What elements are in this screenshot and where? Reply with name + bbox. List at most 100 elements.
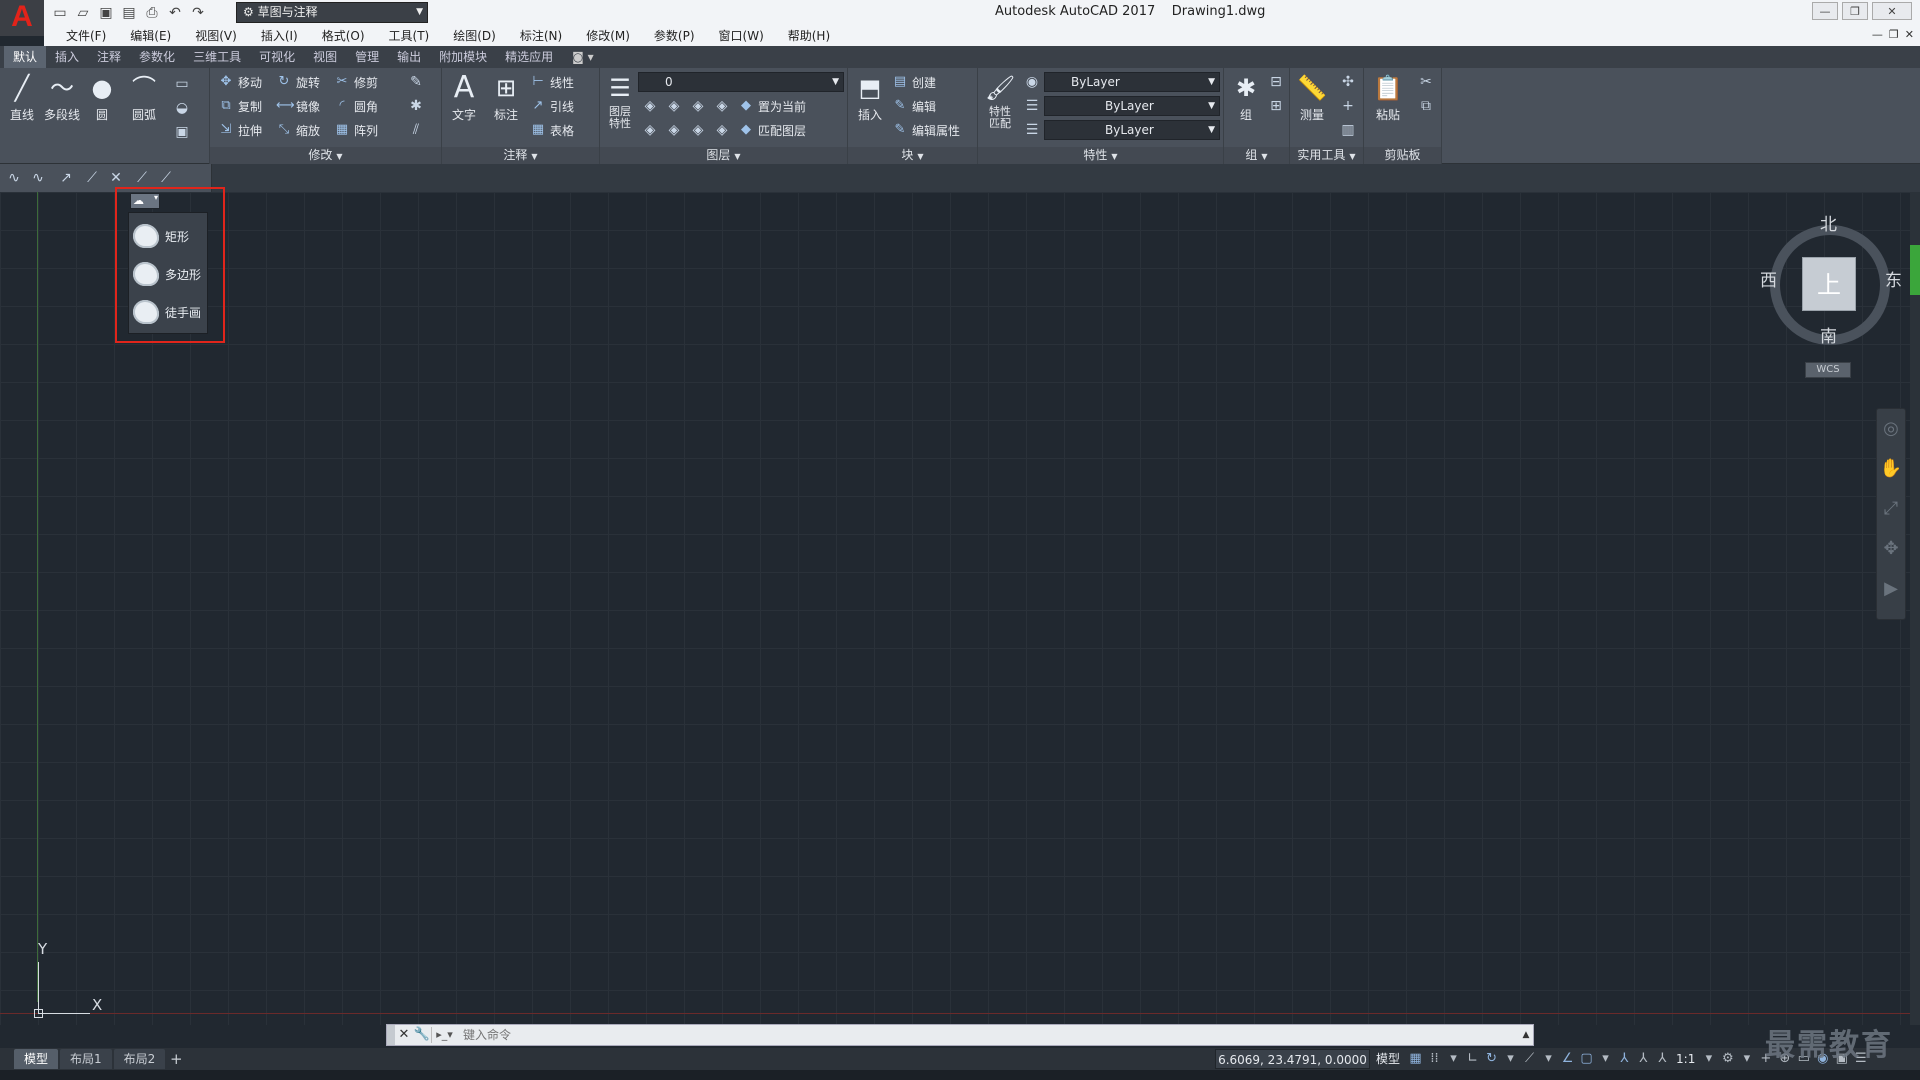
tab-3d-tools[interactable]: 三维工具 (184, 46, 250, 68)
rectangle-icon[interactable]: ▭ (172, 74, 192, 94)
paste-button[interactable]: 📋 粘贴 (1368, 72, 1408, 123)
pan-icon[interactable]: ✋ (1877, 449, 1905, 489)
tab-annotate[interactable]: 注释 (88, 46, 130, 68)
scale-dropdown-icon[interactable]: ▾ (1699, 1049, 1718, 1069)
menu-view[interactable]: 视图(V) (183, 26, 249, 46)
linetype-dropdown[interactable]: ByLayer ▼ (1044, 96, 1220, 116)
table-button[interactable]: ▦ 表格 (530, 120, 574, 140)
group-button[interactable]: ✱ 组 (1226, 72, 1266, 123)
osnap-dropdown-icon[interactable]: ▾ (1596, 1049, 1615, 1069)
isodraft-dropdown-icon[interactable]: ▾ (1539, 1049, 1558, 1069)
lineweight-dropdown[interactable]: ByLayer ▼ (1044, 120, 1220, 140)
multiline-icon[interactable]: ✕ (106, 168, 126, 188)
menu-tools[interactable]: 工具(T) (377, 26, 442, 46)
layer-unisolate-icon[interactable]: ◈ (664, 120, 684, 140)
menu-format[interactable]: 格式(O) (310, 26, 377, 46)
circle-button[interactable]: ● 圆 (82, 72, 122, 123)
orbit-icon[interactable]: ✥ (1877, 529, 1905, 569)
calculator-icon[interactable]: ▥ (1338, 120, 1358, 140)
coordinates-readout[interactable]: 6.6069, 23.4791, 0.0000 (1215, 1049, 1370, 1069)
menu-insert[interactable]: 插入(I) (249, 26, 310, 46)
doc-minimize-icon[interactable]: — (1872, 28, 1883, 41)
layer-lock-icon[interactable]: ◈ (712, 96, 732, 116)
edit-attributes-button[interactable]: ✎ 编辑属性 (892, 120, 960, 140)
command-history-icon[interactable]: ▲ (1519, 1030, 1533, 1040)
new-file-icon[interactable]: ▭ (50, 3, 70, 23)
workspace-gear-icon[interactable]: ⚙ (1718, 1049, 1737, 1069)
ray-icon[interactable]: ↗ (56, 168, 76, 188)
measure-button[interactable]: 📏 测量 (1292, 72, 1332, 123)
leader-button[interactable]: ↗ 引线 (530, 96, 574, 116)
line-button[interactable]: ╱ 直线 (2, 72, 42, 123)
group-edit-icon[interactable]: ⊞ (1266, 96, 1286, 116)
move-button[interactable]: ✥ 移动 (218, 72, 262, 92)
point-icon[interactable]: + (1338, 96, 1358, 116)
menu-draw[interactable]: 绘图(D) (441, 26, 508, 46)
layer-off-icon[interactable]: ◈ (640, 96, 660, 116)
command-input[interactable] (457, 1025, 1519, 1045)
annotation-scale[interactable]: 1:1 (1672, 1049, 1699, 1069)
trim-button[interactable]: ✂ 修剪 (334, 72, 378, 92)
panel-clipboard-title[interactable]: 剪贴板 (1364, 147, 1441, 164)
layer-dropdown[interactable]: 0 ▼ (638, 72, 844, 92)
add-layout-icon[interactable]: + (167, 1050, 185, 1068)
offset-icon[interactable]: ⫽ (406, 120, 426, 140)
auto-scale-icon[interactable]: ⅄ (1634, 1049, 1653, 1069)
object-snap-tracking-icon[interactable]: ∠ (1558, 1049, 1577, 1069)
scale-button[interactable]: ⤡ 缩放 (276, 120, 320, 140)
annotation-scale-icon[interactable]: ⅄ (1653, 1049, 1672, 1069)
object-snap-icon[interactable]: ▢ (1577, 1049, 1596, 1069)
tab-addins[interactable]: 附加模块 (430, 46, 496, 68)
hatch-icon[interactable]: ◒ (172, 98, 192, 118)
save-as-icon[interactable]: ▤ (119, 3, 139, 23)
linear-button[interactable]: ⊢ 线性 (530, 72, 574, 92)
explode-icon[interactable]: ✱ (406, 96, 426, 116)
text-button[interactable]: A 文字 (444, 72, 484, 123)
flyout-item-freehand[interactable]: 徒手画 (129, 293, 207, 331)
isodraft-icon[interactable]: ⟋ (1520, 1049, 1539, 1069)
model-space-button[interactable]: 模型 (1370, 1049, 1406, 1069)
revision-cloud-dropdown[interactable]: ☁ ▾ (130, 193, 160, 209)
workspace-switcher[interactable]: ⚙ 草图与注释 ▼ (236, 2, 428, 23)
tab-parametric[interactable]: 参数化 (130, 46, 184, 68)
rotate-button[interactable]: ↻ 旋转 (276, 72, 320, 92)
arc-button[interactable]: ⌒ 圆弧 (124, 72, 164, 123)
grid-icon[interactable]: ▦ (1406, 1049, 1425, 1069)
array-button[interactable]: ▦ 阵列 (334, 120, 378, 140)
ortho-icon[interactable]: ∟ (1463, 1049, 1482, 1069)
tab-layout2[interactable]: 布局2 (113, 1049, 166, 1069)
tab-insert[interactable]: 插入 (46, 46, 88, 68)
divide-icon[interactable]: ⟋ (156, 168, 176, 188)
match-layer-button[interactable]: ◆ 匹配图层 (738, 120, 806, 140)
tab-visualize[interactable]: 可视化 (250, 46, 304, 68)
print-icon[interactable]: ⎙ (142, 3, 162, 23)
tab-layout1[interactable]: 布局1 (60, 1049, 112, 1069)
stretch-button[interactable]: ⇲ 拉伸 (218, 120, 262, 140)
panel-properties-title[interactable]: 特性 ▼ (978, 147, 1223, 164)
snap-icon[interactable]: ⁞⁞ (1425, 1049, 1444, 1069)
point-style-icon[interactable]: ⟋ (132, 168, 152, 188)
cut-icon[interactable]: ✂ (1416, 72, 1436, 92)
annotation-visibility-icon[interactable]: ⅄ (1615, 1049, 1634, 1069)
redo-icon[interactable]: ↷ (188, 3, 208, 23)
panel-groups-title[interactable]: 组 ▼ (1224, 147, 1289, 164)
construction-line-icon[interactable]: ⟋ (82, 168, 102, 188)
recent-commands-icon[interactable]: ▸_▾ (431, 1027, 457, 1043)
layer-isolate-icon[interactable]: ◈ (664, 96, 684, 116)
compass-south[interactable]: 南 (1820, 322, 1837, 347)
close-button[interactable]: ✕ (1872, 2, 1912, 20)
panel-layers-title[interactable]: 图层 ▼ (600, 147, 847, 164)
command-line-grip[interactable] (387, 1025, 395, 1045)
insert-button[interactable]: ⬒ 插入 (850, 72, 890, 123)
ungroup-icon[interactable]: ⊟ (1266, 72, 1286, 92)
quick-select-icon[interactable]: ✣ (1338, 72, 1358, 92)
ribbon-toggle-icon[interactable]: ◙ ▾ (572, 46, 593, 68)
tab-default[interactable]: 默认 (4, 46, 47, 68)
layer-properties-button[interactable]: ☰ 图层 特性 (600, 72, 640, 130)
compass-north[interactable]: 北 (1820, 210, 1837, 235)
flyout-item-rectangular[interactable]: 矩形 (129, 217, 207, 255)
tab-featured-apps[interactable]: 精选应用 (496, 46, 562, 68)
drawing-canvas[interactable] (0, 192, 1910, 1025)
doc-close-icon[interactable]: ✕ (1905, 28, 1914, 41)
compass-east[interactable]: 东 (1885, 266, 1902, 291)
